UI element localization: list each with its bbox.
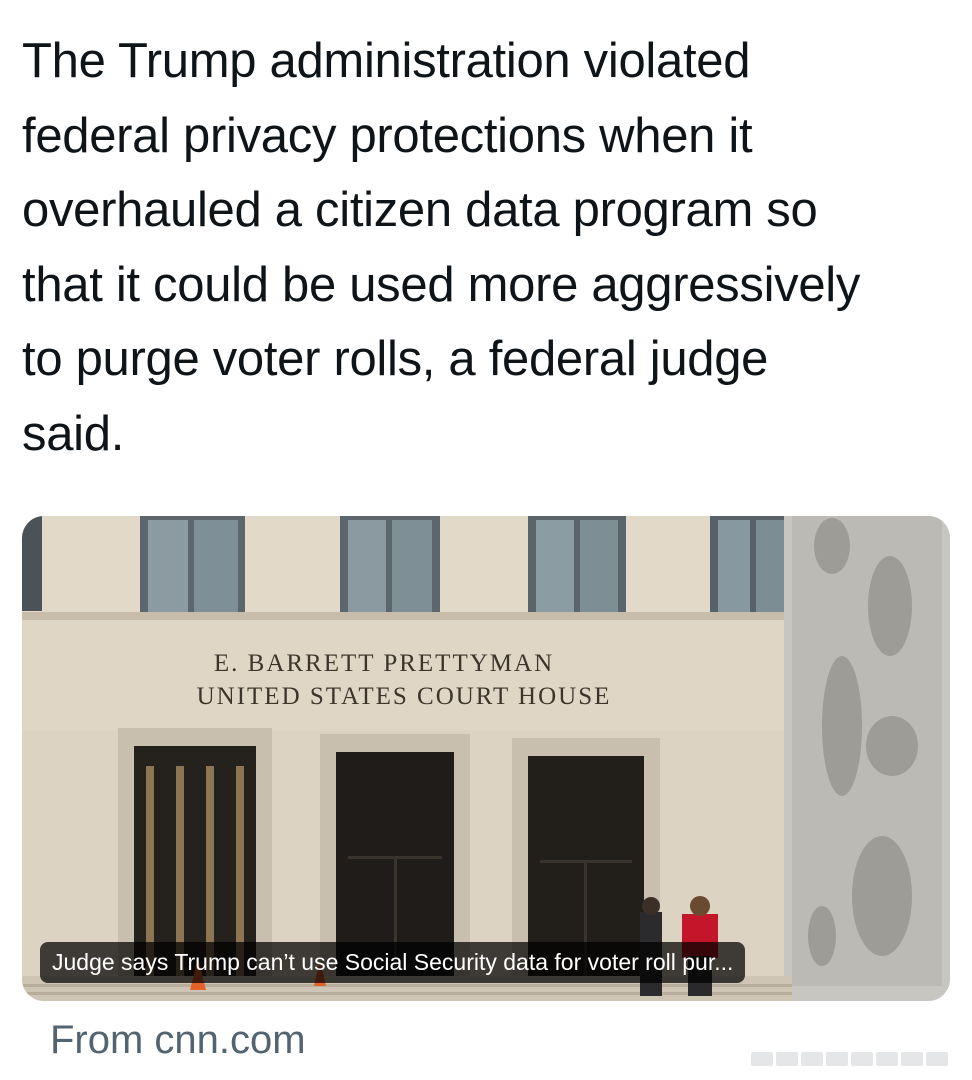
court-house-sign-line1: E. BARRETT PRETTYMAN <box>214 650 554 677</box>
watermark <box>751 1052 948 1066</box>
link-preview-card[interactable]: E. BARRETT PRETTYMAN UNITED STATES COURT… <box>22 516 950 1001</box>
tweet-text: The Trump administration violated federa… <box>22 34 861 461</box>
card-source-link[interactable]: From cnn.com <box>50 1014 306 1066</box>
court-house-sign-line2: UNITED STATES COURT HOUSE <box>197 683 612 710</box>
court-house-photo: E. BARRETT PRETTYMAN UNITED STATES COURT… <box>22 516 950 1001</box>
card-headline[interactable]: Judge says Trump can’t use Social Securi… <box>40 942 746 983</box>
